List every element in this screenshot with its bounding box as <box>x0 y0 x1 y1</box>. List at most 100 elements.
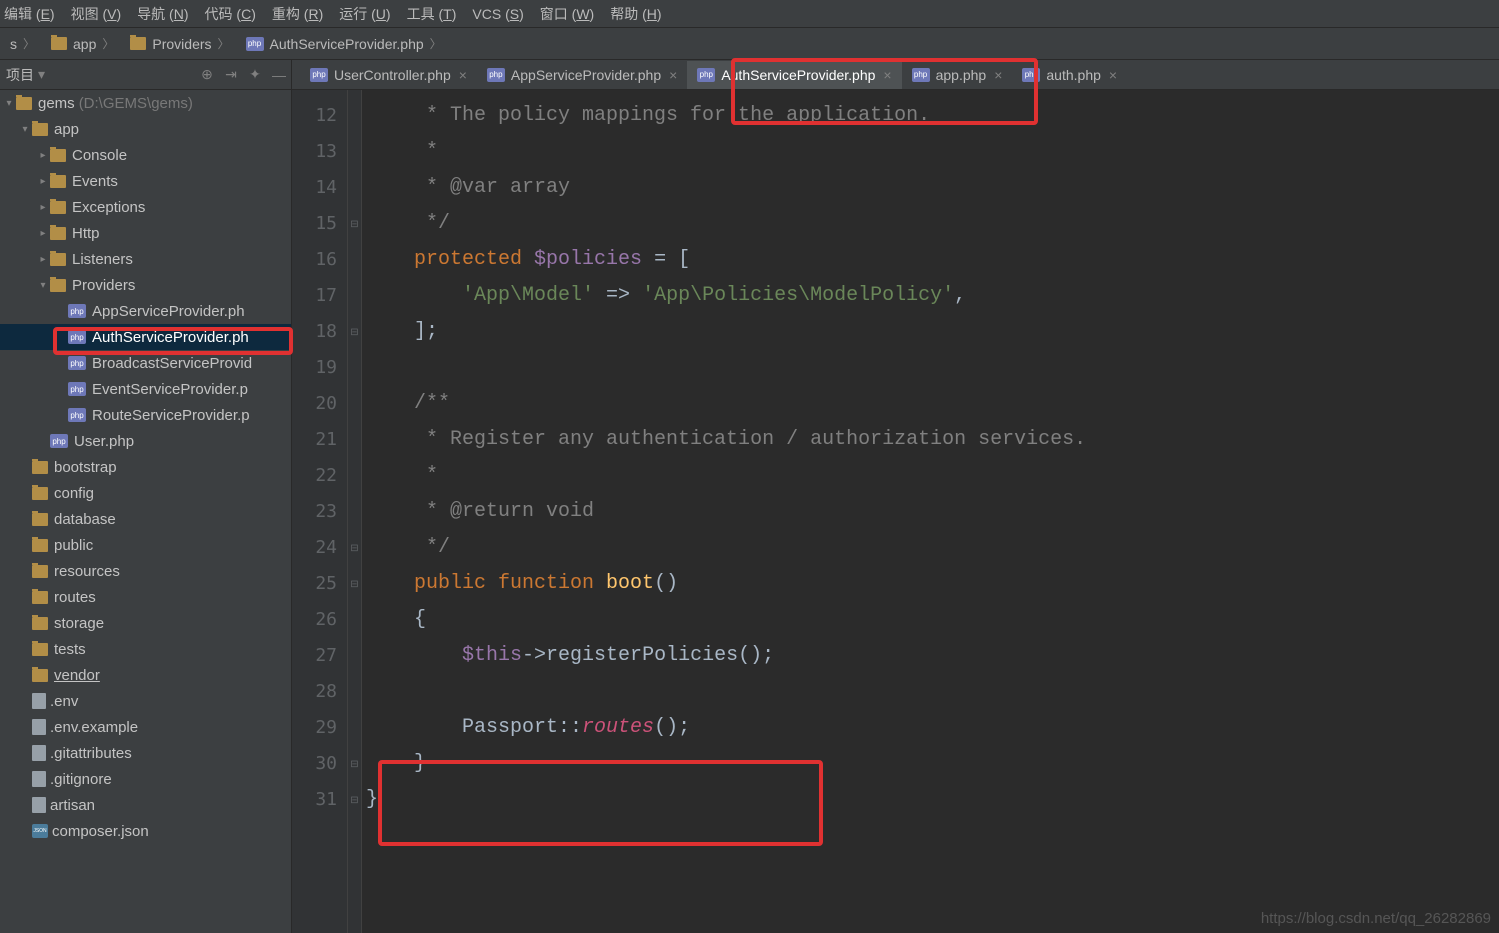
code-line[interactable]: ]; <box>362 314 1499 350</box>
close-icon[interactable]: × <box>994 67 1002 83</box>
tree-row[interactable]: vendor <box>0 662 291 688</box>
tree-row[interactable]: resources <box>0 558 291 584</box>
tree-row[interactable]: EventServiceProvider.p <box>0 376 291 402</box>
menu-item[interactable]: 导航 (N) <box>137 4 188 24</box>
tree-row[interactable]: ▸Console <box>0 142 291 168</box>
menu-item[interactable]: 工具 (T) <box>407 4 457 24</box>
close-icon[interactable]: × <box>1109 67 1117 83</box>
hide-panel-icon[interactable]: — <box>267 67 291 83</box>
code-line[interactable]: * @var array <box>362 170 1499 206</box>
code-line[interactable]: * Register any authentication / authoriz… <box>362 422 1499 458</box>
code-line[interactable]: */ <box>362 206 1499 242</box>
tree-row[interactable]: ▾app <box>0 116 291 142</box>
editor-tab[interactable]: auth.php× <box>1012 61 1127 89</box>
tree-row[interactable]: .gitattributes <box>0 740 291 766</box>
collapse-all-icon[interactable]: ⇥ <box>219 66 243 83</box>
expand-icon[interactable]: ▸ <box>36 254 50 265</box>
tree-label: tests <box>54 641 86 658</box>
close-icon[interactable]: × <box>459 67 467 83</box>
tree-row[interactable]: config <box>0 480 291 506</box>
tree-row[interactable]: storage <box>0 610 291 636</box>
code-line[interactable]: */ <box>362 530 1499 566</box>
fold-marker[interactable]: ⊟ <box>348 566 361 602</box>
code-line[interactable]: $this->registerPolicies(); <box>362 638 1499 674</box>
menu-item[interactable]: 代码 (C) <box>205 4 256 24</box>
close-icon[interactable]: × <box>669 67 677 83</box>
tree-row[interactable]: bootstrap <box>0 454 291 480</box>
tree-row[interactable]: .env <box>0 688 291 714</box>
code-line[interactable]: public function boot() <box>362 566 1499 602</box>
tree-row[interactable]: AppServiceProvider.ph <box>0 298 291 324</box>
tree-row[interactable]: ▸Events <box>0 168 291 194</box>
fold-marker[interactable]: ⊟ <box>348 530 361 566</box>
expand-icon[interactable]: ▾ <box>2 98 16 109</box>
editor-tab[interactable]: AuthServiceProvider.php× <box>687 61 901 89</box>
scroll-to-source-icon[interactable]: ⊕ <box>195 66 219 83</box>
tree-row[interactable]: ▾Providers <box>0 272 291 298</box>
tree-row[interactable]: AuthServiceProvider.ph <box>0 324 291 350</box>
fold-marker[interactable]: ⊟ <box>348 782 361 818</box>
menu-item[interactable]: 重构 (R) <box>272 4 323 24</box>
tree-root[interactable]: ▾ gems (D:\GEMS\gems) <box>0 90 291 116</box>
menu-item[interactable]: VCS (S) <box>472 6 523 22</box>
gear-icon[interactable]: ✦ <box>243 66 267 83</box>
expand-icon[interactable]: ▸ <box>36 150 50 161</box>
tree-row[interactable]: User.php <box>0 428 291 454</box>
menu-item[interactable]: 视图 (V) <box>71 4 122 24</box>
code-line[interactable] <box>362 350 1499 386</box>
code-line[interactable]: * <box>362 458 1499 494</box>
tree-row[interactable]: public <box>0 532 291 558</box>
editor-tab[interactable]: AppServiceProvider.php× <box>477 61 687 89</box>
breadcrumb-item[interactable]: Providers〉 <box>122 28 237 59</box>
tree-row[interactable]: composer.json <box>0 818 291 844</box>
expand-icon[interactable]: ▸ <box>36 228 50 239</box>
tree-row[interactable]: routes <box>0 584 291 610</box>
code-editor[interactable]: 1213141516171819202122232425262728293031… <box>292 90 1499 933</box>
fold-marker[interactable]: ⊟ <box>348 746 361 782</box>
code-line[interactable]: /** <box>362 386 1499 422</box>
tree-row[interactable]: .gitignore <box>0 766 291 792</box>
code-line[interactable]: { <box>362 602 1499 638</box>
tree-row[interactable]: database <box>0 506 291 532</box>
expand-icon[interactable]: ▸ <box>36 176 50 187</box>
project-tree[interactable]: ▾ gems (D:\GEMS\gems) ▾app▸Console▸Event… <box>0 90 291 933</box>
line-number: 16 <box>292 242 347 278</box>
expand-icon[interactable]: ▸ <box>36 202 50 213</box>
code-line[interactable] <box>362 674 1499 710</box>
fold-marker[interactable]: ⊟ <box>348 314 361 350</box>
code-line[interactable]: * <box>362 134 1499 170</box>
root-label: gems <box>38 95 75 112</box>
code-line[interactable]: protected $policies = [ <box>362 242 1499 278</box>
breadcrumb-item[interactable]: AuthServiceProvider.php〉 <box>238 28 450 59</box>
editor-tab[interactable]: UserController.php× <box>300 61 477 89</box>
breadcrumb-item[interactable]: app〉 <box>43 28 122 59</box>
tree-row[interactable]: ▸Listeners <box>0 246 291 272</box>
menu-item[interactable]: 窗口 (W) <box>540 4 594 24</box>
code-line[interactable]: } <box>362 746 1499 782</box>
tree-row[interactable]: ▸Http <box>0 220 291 246</box>
fold-marker[interactable]: ⊟ <box>348 206 361 242</box>
menu-item[interactable]: 编辑 (E) <box>4 4 55 24</box>
code-line[interactable]: * The policy mappings for the applicatio… <box>362 98 1499 134</box>
fold-gutter[interactable]: ⊟⊟⊟⊟⊟⊟ <box>348 90 362 933</box>
editor-tab[interactable]: app.php× <box>902 61 1013 89</box>
tree-label: .gitignore <box>50 771 112 788</box>
code-line[interactable]: Passport::routes(); <box>362 710 1499 746</box>
code-line[interactable]: } <box>362 782 1499 818</box>
tree-row[interactable]: .env.example <box>0 714 291 740</box>
expand-icon[interactable]: ▾ <box>36 280 50 291</box>
menu-item[interactable]: 运行 (U) <box>339 4 390 24</box>
breadcrumb-item[interactable]: s〉 <box>2 28 43 59</box>
tree-row[interactable]: BroadcastServiceProvid <box>0 350 291 376</box>
tree-row[interactable]: RouteServiceProvider.p <box>0 402 291 428</box>
tree-row[interactable]: ▸Exceptions <box>0 194 291 220</box>
expand-icon[interactable]: ▾ <box>18 124 32 135</box>
tree-row[interactable]: artisan <box>0 792 291 818</box>
code-line[interactable]: * @return void <box>362 494 1499 530</box>
code-line[interactable]: 'App\Model' => 'App\Policies\ModelPolicy… <box>362 278 1499 314</box>
tree-row[interactable]: tests <box>0 636 291 662</box>
close-icon[interactable]: × <box>883 67 891 83</box>
dropdown-icon[interactable]: ▾ <box>38 66 45 83</box>
menu-item[interactable]: 帮助 (H) <box>610 4 661 24</box>
code-content[interactable]: * The policy mappings for the applicatio… <box>362 90 1499 933</box>
